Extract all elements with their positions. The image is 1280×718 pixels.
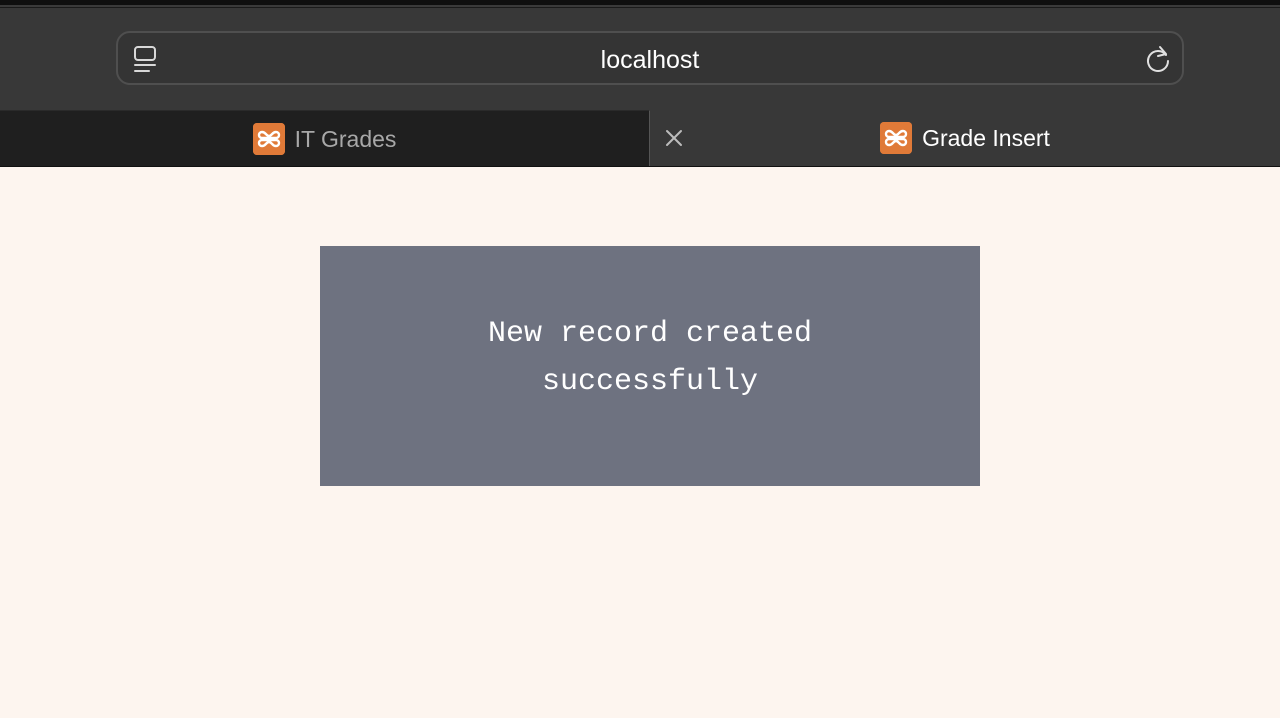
tab-bar: IT Grades Grade Insert [0,110,1280,167]
address-bar[interactable]: localhost [116,31,1184,85]
browser-toolbar: localhost [0,8,1280,110]
tab-grade-insert[interactable]: Grade Insert [650,110,1280,166]
xampp-icon [252,122,285,155]
url-text[interactable]: localhost [118,46,1182,74]
window-top-edge [0,0,1280,8]
success-message: New record created successfully [487,317,813,399]
close-icon[interactable] [664,128,684,148]
tab-label: IT Grades [294,125,397,152]
tab-label: Grade Insert [922,125,1050,151]
success-message-box: New record created successfully [320,246,980,486]
xampp-icon [880,122,913,154]
reload-icon[interactable] [1144,45,1172,73]
tab-it-grades[interactable]: IT Grades [0,110,650,166]
